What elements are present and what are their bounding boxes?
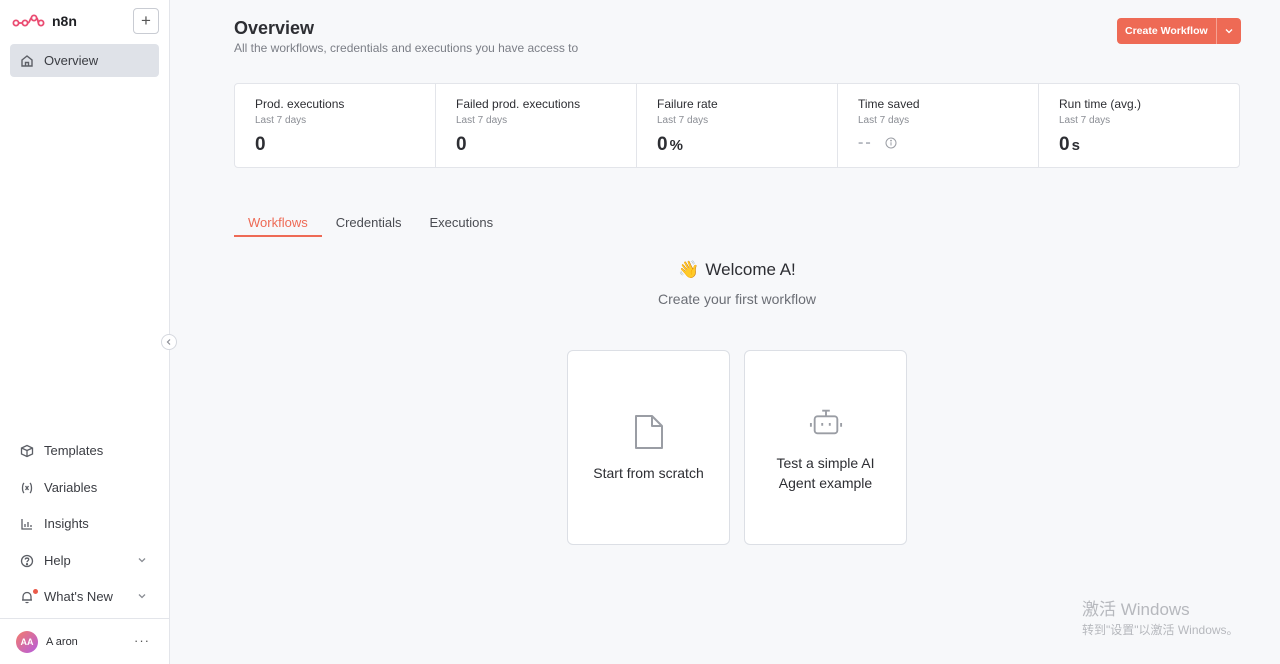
home-icon: [20, 54, 34, 68]
more-options-button[interactable]: ···: [134, 633, 150, 648]
sidebar-item-label: Templates: [44, 443, 104, 458]
tab-executions[interactable]: Executions: [415, 207, 507, 237]
stat-label: Failure rate: [657, 97, 718, 111]
card-label: Start from scratch: [593, 464, 704, 481]
robot-icon: [809, 409, 842, 434]
sidebar-item-label: What's New: [44, 589, 113, 604]
stat-time-saved[interactable]: Time saved Last 7 days --: [838, 84, 1039, 167]
help-icon: [20, 554, 34, 568]
brand[interactable]: n8n: [12, 10, 77, 32]
stat-value: --: [858, 134, 1038, 152]
page-subtitle: All the workflows, credentials and execu…: [234, 41, 579, 55]
stat-number: 0: [255, 134, 266, 155]
sidebar-item-whats-new[interactable]: What's New: [10, 580, 159, 613]
stat-run-time[interactable]: Run time (avg.) Last 7 days 0s: [1039, 84, 1239, 167]
sidebar-item-label: Insights: [44, 516, 89, 531]
info-icon[interactable]: [885, 137, 897, 149]
stat-number: 0: [456, 134, 467, 155]
bell-icon: [20, 590, 34, 604]
chevron-left-icon: [166, 339, 171, 345]
stat-unit: s: [1071, 137, 1080, 154]
chevron-down-icon: [138, 558, 146, 563]
sidebar-item-templates[interactable]: Templates: [10, 434, 159, 467]
brand-name: n8n: [52, 13, 77, 29]
stat-value: 0s: [1059, 134, 1239, 156]
stat-period: Last 7 days: [657, 115, 709, 126]
tab-bar: Workflows Credentials Executions: [234, 207, 507, 237]
stat-prod-executions[interactable]: Prod. executions Last 7 days 0: [235, 84, 436, 167]
welcome-title: Welcome A!: [705, 260, 796, 279]
user-menu[interactable]: AA A aron ···: [0, 618, 170, 664]
box-icon: [20, 444, 34, 458]
variable-icon: [20, 481, 34, 495]
stat-label: Run time (avg.): [1059, 97, 1142, 111]
sidebar-item-overview[interactable]: Overview: [10, 44, 159, 77]
chevron-down-icon: [138, 594, 146, 599]
file-icon: [634, 414, 663, 449]
tab-credentials[interactable]: Credentials: [322, 207, 416, 237]
watermark-line-1: 激活 Windows: [1082, 600, 1190, 619]
notification-dot: [33, 589, 38, 594]
stat-failure-rate[interactable]: Failure rate Last 7 days 0%: [637, 84, 838, 167]
welcome-heading: 👋 Welcome A!: [234, 260, 1240, 280]
ai-agent-example-card[interactable]: Test a simple AI Agent example: [744, 350, 907, 545]
avatar[interactable]: AA: [16, 630, 38, 653]
chevron-down-icon: [1225, 29, 1233, 34]
welcome-subtitle: Create your first workflow: [658, 291, 816, 307]
wave-emoji: 👋: [678, 260, 700, 279]
stat-period: Last 7 days: [255, 115, 307, 126]
create-workflow-button-group: Create Workflow: [1117, 18, 1241, 44]
sidebar-item-label: Help: [44, 553, 71, 568]
stat-period: Last 7 days: [1059, 115, 1111, 126]
sidebar-item-variables[interactable]: Variables: [10, 471, 159, 504]
n8n-logo-icon: [12, 14, 45, 27]
sidebar-item-insights[interactable]: Insights: [10, 507, 159, 540]
page-title: Overview: [234, 18, 315, 38]
stat-number: --: [858, 134, 873, 151]
create-options-button[interactable]: [1215, 18, 1241, 44]
create-workflow-button[interactable]: Create Workflow: [1117, 18, 1216, 44]
sidebar: n8n + Overview Templates Variables Insig…: [0, 0, 170, 664]
stat-number: 0: [1059, 134, 1070, 155]
stat-value: 0: [255, 134, 435, 156]
stat-value: 0%: [657, 134, 837, 156]
card-label: Test a simple AI Agent example: [776, 454, 875, 491]
stat-unit: %: [669, 137, 683, 154]
stat-period: Last 7 days: [858, 115, 910, 126]
windows-activation-watermark: 激活 Windows 转到"设置"以激活 Windows。: [1082, 595, 1239, 638]
insights-summary: Prod. executions Last 7 days 0 Failed pr…: [234, 83, 1240, 168]
tab-workflows[interactable]: Workflows: [234, 207, 322, 237]
start-from-scratch-card[interactable]: Start from scratch: [567, 350, 730, 545]
sidebar-item-label: Overview: [44, 53, 99, 68]
stat-label: Time saved: [858, 97, 920, 111]
collapse-sidebar-button[interactable]: [161, 334, 177, 350]
stat-value: 0: [456, 134, 636, 156]
stat-period: Last 7 days: [456, 115, 508, 126]
stat-number: 0: [657, 134, 668, 155]
add-button[interactable]: +: [133, 8, 159, 34]
stat-failed-executions[interactable]: Failed prod. executions Last 7 days 0: [436, 84, 637, 167]
sidebar-item-label: Variables: [44, 480, 98, 495]
user-name: A aron: [46, 635, 78, 648]
sidebar-item-help[interactable]: Help: [10, 544, 159, 577]
stat-label: Prod. executions: [255, 97, 345, 111]
watermark-line-2: 转到"设置"以激活 Windows。: [1082, 623, 1239, 637]
stat-label: Failed prod. executions: [456, 97, 581, 111]
chart-icon: [20, 517, 34, 531]
